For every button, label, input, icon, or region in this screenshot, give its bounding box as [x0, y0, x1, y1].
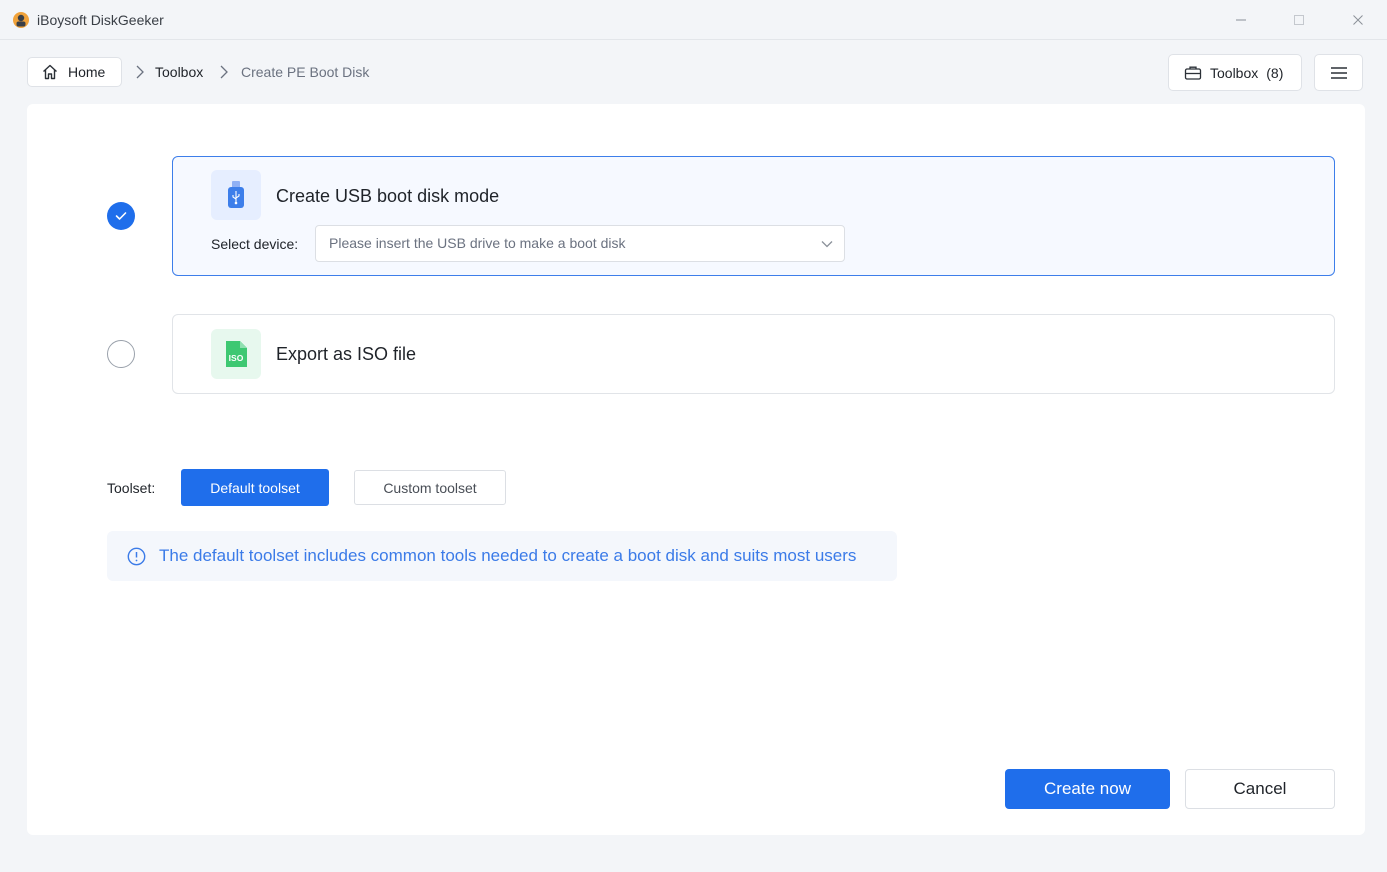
cancel-button[interactable]: Cancel: [1185, 769, 1335, 809]
title-bar: iBoysoft DiskGeeker: [0, 0, 1387, 40]
check-icon: [115, 212, 127, 220]
iso-mode-radio[interactable]: [107, 340, 135, 368]
select-device-placeholder: Please insert the USB drive to make a bo…: [329, 235, 626, 251]
breadcrumb-toolbox[interactable]: Toolbox: [155, 64, 203, 80]
default-toolset-button[interactable]: Default toolset: [181, 469, 329, 506]
toolbox-label: Toolbox: [1210, 64, 1259, 81]
toolset-label: Toolset:: [107, 480, 156, 496]
breadcrumb-current: Create PE Boot Disk: [241, 64, 370, 80]
home-button[interactable]: Home: [27, 57, 122, 87]
home-icon: [43, 64, 57, 80]
chevron-right-icon: [136, 65, 144, 79]
iso-file-icon: ISO: [211, 329, 261, 379]
usb-mode-title: Create USB boot disk mode: [276, 186, 500, 206]
iso-mode-title: Export as ISO file: [276, 344, 417, 364]
minimize-icon: [1236, 19, 1246, 21]
close-icon: [1353, 15, 1363, 25]
info-icon: [127, 547, 146, 565]
chevron-right-icon: [220, 65, 228, 79]
create-now-button[interactable]: Create now: [1005, 769, 1170, 809]
toolset-info-text: The default toolset includes common tool…: [159, 546, 857, 565]
toolset-info-box: The default toolset includes common tool…: [107, 531, 897, 581]
select-device-label: Select device:: [211, 236, 299, 252]
iso-icon-text: ISO: [229, 353, 244, 363]
briefcase-icon: [1184, 66, 1202, 80]
iso-mode-option[interactable]: ISO Export as ISO file: [172, 314, 1335, 394]
usb-mode-radio[interactable]: [107, 202, 135, 230]
hamburger-menu-icon: [1330, 66, 1347, 79]
window-title: iBoysoft DiskGeeker: [37, 12, 164, 28]
toolbox-count: (8): [1266, 64, 1284, 81]
maximize-icon: [1294, 15, 1304, 25]
menu-button[interactable]: [1314, 54, 1363, 91]
toolbox-button[interactable]: Toolbox (8): [1168, 54, 1302, 91]
close-window-button[interactable]: [1346, 8, 1370, 32]
usb-drive-icon: [211, 170, 261, 220]
app-logo-icon: [13, 12, 29, 28]
chevron-down-icon: [821, 241, 833, 248]
minimize-button[interactable]: [1229, 8, 1253, 32]
maximize-button[interactable]: [1287, 8, 1311, 32]
custom-toolset-button[interactable]: Custom toolset: [354, 470, 506, 505]
select-device-dropdown[interactable]: Please insert the USB drive to make a bo…: [315, 225, 845, 262]
home-label: Home: [68, 64, 106, 80]
usb-mode-option[interactable]: Create USB boot disk mode Select device:…: [172, 156, 1335, 276]
